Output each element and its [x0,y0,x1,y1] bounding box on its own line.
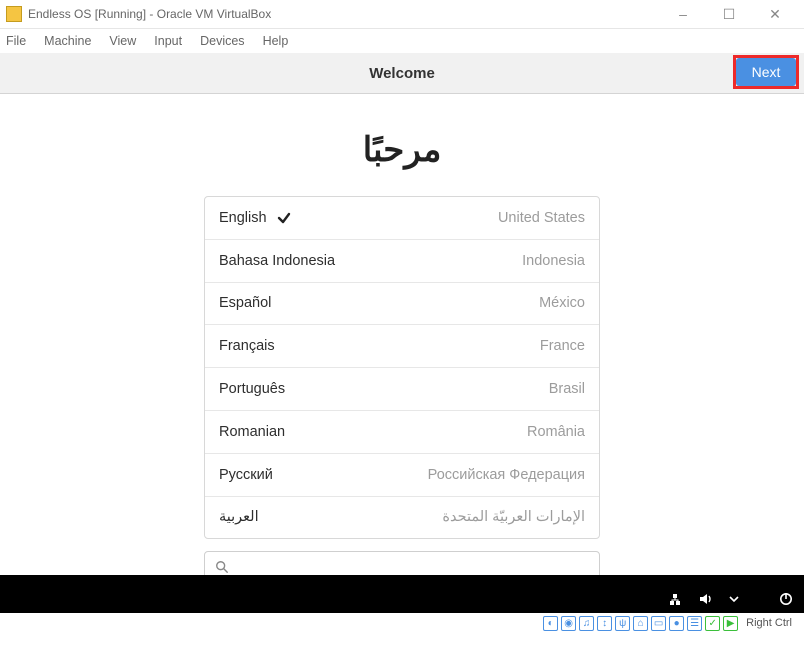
maximize-button[interactable]: ☐ [706,0,752,28]
volume-icon[interactable] [696,589,716,609]
language-name: Português [219,381,285,397]
menu-view[interactable]: View [109,34,136,48]
status-display-icon[interactable]: ▭ [651,616,666,631]
status-shared-icon[interactable]: ⌂ [633,616,648,631]
language-name: Español [219,295,271,311]
status-cpu-icon[interactable]: ▶ [723,616,738,631]
status-net-icon[interactable]: ↕ [597,616,612,631]
guest-black-strip [0,575,804,585]
status-usb-icon[interactable]: ψ [615,616,630,631]
close-button[interactable]: ✕ [752,0,798,28]
menu-help[interactable]: Help [263,34,289,48]
status-audio-icon[interactable]: ♫ [579,616,594,631]
language-row[interactable]: العربية الإمارات العربيّة المتحدة [205,496,599,539]
language-panel: English United States Bahasa Indonesia I… [204,196,600,583]
status-icons: ◐ ◉ ♫ ↕ ψ ⌂ ▭ ● ☰ ✓ ▶ [543,616,738,631]
menu-machine[interactable]: Machine [44,34,91,48]
next-button[interactable]: Next [736,58,796,86]
language-country: România [527,424,585,440]
power-icon[interactable] [776,589,796,609]
network-icon[interactable] [668,589,688,609]
status-ga-icon[interactable]: ✓ [705,616,720,631]
search-icon [215,560,229,574]
language-row[interactable]: Português Brasil [205,367,599,410]
language-row[interactable]: Bahasa Indonesia Indonesia [205,239,599,282]
chevron-down-icon[interactable] [724,589,744,609]
language-country: United States [498,210,585,226]
menu-file[interactable]: File [6,34,26,48]
language-name: Русский [219,467,273,483]
language-country: Brasil [549,381,585,397]
language-country: الإمارات العربيّة المتحدة [442,509,585,525]
language-row[interactable]: Romanian România [205,410,599,453]
minimize-button[interactable]: – [660,0,706,28]
menu-input[interactable]: Input [154,34,182,48]
language-name: العربية [219,509,259,525]
language-name: Français [219,338,275,354]
language-row[interactable]: Español México [205,282,599,325]
menu-devices[interactable]: Devices [200,34,244,48]
language-country: Российская Федерация [428,467,585,483]
guest-panel [0,585,804,613]
language-country: Indonesia [522,253,585,269]
language-list: English United States Bahasa Indonesia I… [204,196,600,539]
language-name: English [219,210,267,226]
language-name: Bahasa Indonesia [219,253,335,269]
host-key-label: Right Ctrl [746,617,792,629]
language-row[interactable]: Français France [205,324,599,367]
next-button-highlight: Next [733,55,799,89]
status-record-icon[interactable]: ● [669,616,684,631]
host-menubar: File Machine View Input Devices Help [0,29,804,53]
host-titlebar: Endless OS [Running] - Oracle VM Virtual… [0,0,804,29]
language-name: Romanian [219,424,285,440]
page-title: Welcome [369,65,435,82]
language-row[interactable]: Русский Российская Федерация [205,453,599,496]
language-country: France [540,338,585,354]
language-country: México [539,295,585,311]
status-optical-icon[interactable]: ◉ [561,616,576,631]
status-vrde-icon[interactable]: ☰ [687,616,702,631]
welcome-heading: مرحبًا [0,130,804,170]
search-input[interactable] [237,558,589,576]
language-row[interactable]: English United States [205,197,599,239]
status-disk-icon[interactable]: ◐ [543,616,558,631]
host-title: Endless OS [Running] - Oracle VM Virtual… [28,7,271,21]
guest-screen: Welcome Next مرحبًا English United State… [0,53,804,613]
headerbar: Welcome Next [0,53,804,94]
check-icon [277,211,291,225]
vm-icon [6,6,22,22]
host-statusbar: ◐ ◉ ♫ ↕ ψ ⌂ ▭ ● ☰ ✓ ▶ Right Ctrl [0,613,804,633]
